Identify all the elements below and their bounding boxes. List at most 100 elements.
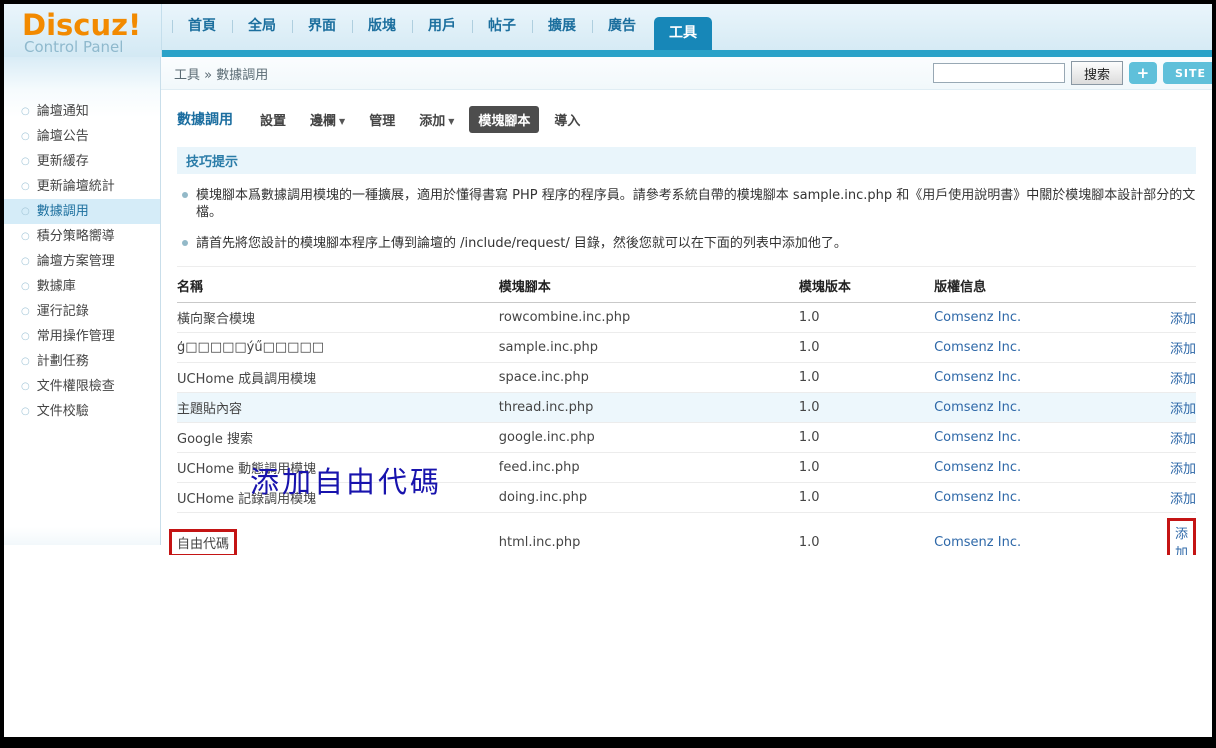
sidebar-item[interactable]: ○運行記錄 xyxy=(4,299,160,324)
column-header-script: 模塊腳本 xyxy=(499,267,799,303)
section-tab-label: 添加 xyxy=(419,114,445,129)
top-nav-item[interactable]: 版塊 xyxy=(352,4,412,50)
top-nav-item-label: 帖子 xyxy=(488,18,516,34)
sidebar-item[interactable]: ○論壇通知 xyxy=(4,99,160,124)
sidebar-item[interactable]: ○計劃任務 xyxy=(4,349,160,374)
sidebar-item-label: 更新論壇統計 xyxy=(37,179,115,194)
copyright-link[interactable]: Comsenz Inc. xyxy=(934,535,1021,550)
chevron-down-icon: ▼ xyxy=(339,117,345,126)
section-tab[interactable]: 設置▼ xyxy=(251,106,295,133)
cell-script: google.inc.php xyxy=(499,423,799,453)
sidebar-item[interactable]: ○更新論壇統計 xyxy=(4,174,160,199)
radio-bullet-icon: ○ xyxy=(21,406,30,417)
add-link[interactable]: 添加 xyxy=(1170,462,1196,477)
module-name: ģ□□□□□ýű□□□□□ xyxy=(177,340,324,355)
top-nav-item[interactable]: 全局 xyxy=(232,4,292,50)
top-nav-item[interactable]: 首頁 xyxy=(172,4,232,50)
section-tab[interactable]: 添加▼ xyxy=(410,106,463,133)
copyright-link[interactable]: Comsenz Inc. xyxy=(934,310,1021,325)
chevron-down-icon: ▼ xyxy=(448,117,454,126)
header: Discuz! Control Panel 首頁全局界面版塊用戶帖子擴展廣告工具 xyxy=(4,4,1212,57)
cell-name: Google 搜索 xyxy=(177,423,499,453)
copyright-link[interactable]: Comsenz Inc. xyxy=(934,490,1021,505)
tips-list: 模塊腳本爲數據調用模塊的一種擴展，適用於懂得書寫 PHP 程序的程序員。請參考系… xyxy=(177,187,1196,252)
cell-script: feed.inc.php xyxy=(499,453,799,483)
module-version: 1.0 xyxy=(799,490,820,505)
top-nav-item[interactable]: 廣告 xyxy=(592,4,652,50)
cell-name: UCHome 成員調用模塊 xyxy=(177,363,499,393)
section-tab[interactable]: 導入▼ xyxy=(545,106,589,133)
sidebar-item[interactable]: ○ 論壇公告 xyxy=(4,124,160,149)
cell-script: space.inc.php xyxy=(499,363,799,393)
section-tab[interactable]: 模塊腳本▼ xyxy=(469,106,539,133)
top-nav-item-label: 界面 xyxy=(308,18,336,34)
radio-bullet-icon: ○ xyxy=(21,131,30,142)
tip-item: 請首先將您設計的模塊腳本程序上傳到論壇的 /include/request/ 目… xyxy=(177,235,1196,252)
add-link[interactable]: 添加 xyxy=(1170,342,1196,357)
search-area: 搜索 + SITE xyxy=(933,61,1202,85)
table-row: Google 搜索 google.inc.php 1.0 Comsenz Inc… xyxy=(177,423,1196,453)
cell-script: thread.inc.php xyxy=(499,393,799,423)
add-link[interactable]: 添加 xyxy=(1170,372,1196,387)
column-header-version: 模塊版本 xyxy=(799,267,934,303)
sidebar-item[interactable]: ○更新緩存 xyxy=(4,149,160,174)
site-button[interactable]: SITE xyxy=(1163,62,1212,84)
sidebar-item-label: 論壇公告 xyxy=(37,129,89,144)
copyright-link[interactable]: Comsenz Inc. xyxy=(934,460,1021,475)
body-row: ○論壇通知○論壇公告○更新緩存○更新論壇統計○數據調用○積分策略嚮導○論壇方案管… xyxy=(4,57,1212,555)
cell-action: 添加 xyxy=(1167,423,1196,453)
top-nav-item[interactable]: 帖子 xyxy=(472,4,532,50)
top-navigation: 首頁全局界面 版塊用戶帖子擴展廣告工具 xyxy=(161,4,1212,57)
sidebar-item[interactable]: ○數據調用 xyxy=(4,199,160,224)
sidebar-item[interactable]: ○文件校驗 xyxy=(4,399,160,424)
copyright-link[interactable]: Comsenz Inc. xyxy=(934,340,1021,355)
module-script-table: 名稱 模塊腳本 模塊版本 版權信息 橫向聚合模塊 rowcombine.inc.… xyxy=(177,266,1196,555)
sidebar-item[interactable]: ○數據庫 xyxy=(4,274,160,299)
table-row: 自由代碼 html.inc.php 1.0 Comsenz Inc. 添加 xyxy=(177,513,1196,556)
top-nav-item[interactable]: 工具 xyxy=(654,17,712,50)
top-nav-item[interactable]: 界面 xyxy=(292,4,352,50)
page-title: 數據調用 xyxy=(177,109,233,129)
top-nav-list: 首頁全局界面 版塊用戶帖子擴展廣告工具 xyxy=(162,4,1212,50)
copyright-link[interactable]: Comsenz Inc. xyxy=(934,400,1021,415)
add-link[interactable]: 添加 xyxy=(1170,312,1196,327)
top-nav-item[interactable]: 用戶 xyxy=(412,4,472,50)
tip-text: 請首先將您設計的模塊腳本程序上傳到論壇的 /include/request/ 目… xyxy=(196,236,847,251)
radio-bullet-icon: ○ xyxy=(21,331,30,342)
copyright-link[interactable]: Comsenz Inc. xyxy=(934,370,1021,385)
top-nav-item-label: 版塊 xyxy=(368,18,396,34)
top-nav-item[interactable]: 擴展 xyxy=(532,4,592,50)
search-input[interactable] xyxy=(933,63,1065,83)
bullet-dot-icon xyxy=(182,192,188,198)
sidebar-item[interactable]: ○積分策略嚮導 xyxy=(4,224,160,249)
cell-version: 1.0 xyxy=(799,483,934,513)
cell-copyright: Comsenz Inc. xyxy=(934,333,1167,363)
sidebar-item[interactable]: ○ 常用操作管理 xyxy=(4,324,160,349)
module-version: 1.0 xyxy=(799,310,820,325)
sidebar-item-label: 常用操作管理 xyxy=(37,329,115,344)
module-name: UCHome 成員調用模塊 xyxy=(177,372,316,387)
cell-action: 添加 xyxy=(1167,393,1196,423)
cell-action: 添加 xyxy=(1167,363,1196,393)
add-link[interactable]: 添加 xyxy=(1170,402,1196,417)
section-tab[interactable]: 管理▼ xyxy=(360,106,404,133)
sidebar-item[interactable]: ○文件權限檢查 xyxy=(4,374,160,399)
sidebar-item-label: 數據調用 xyxy=(37,204,89,219)
table-row: ģ□□□□□ýű□□□□□ sample.inc.php 1.0 Comsenz… xyxy=(177,333,1196,363)
cell-action: 添加 xyxy=(1167,513,1196,556)
section-tab[interactable]: 邊欄▼ xyxy=(301,106,354,133)
add-link[interactable]: 添加 xyxy=(1167,518,1196,555)
tips-heading: 技巧提示 xyxy=(177,147,1196,174)
cell-copyright: Comsenz Inc. xyxy=(934,363,1167,393)
section-tab-label: 管理 xyxy=(369,114,395,129)
add-link[interactable]: 添加 xyxy=(1170,492,1196,507)
add-link[interactable]: 添加 xyxy=(1170,432,1196,447)
sidebar-item[interactable]: ○論壇方案管理 xyxy=(4,249,160,274)
radio-bullet-icon: ○ xyxy=(21,356,30,367)
table-header-row: 名稱 模塊腳本 模塊版本 版權信息 xyxy=(177,267,1196,303)
cell-version: 1.0 xyxy=(799,393,934,423)
copyright-link[interactable]: Comsenz Inc. xyxy=(934,430,1021,445)
add-shortcut-button[interactable]: + xyxy=(1129,62,1157,84)
search-button[interactable]: 搜索 xyxy=(1071,61,1123,85)
cell-name: 橫向聚合模塊 xyxy=(177,303,499,333)
